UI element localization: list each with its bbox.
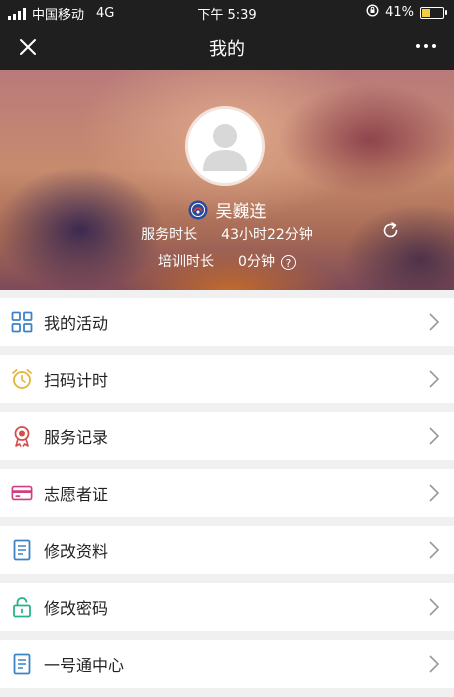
menu-item-one-pass-center[interactable]: 一号通中心 xyxy=(0,640,454,688)
user-name: 吴巍连 xyxy=(215,202,267,222)
avatar[interactable] xyxy=(185,106,265,186)
orientation-lock-icon xyxy=(366,4,379,21)
chevron-right-icon xyxy=(429,655,440,673)
more-options-button[interactable] xyxy=(412,36,440,56)
menu-item-label: 扫码计时 xyxy=(44,371,109,390)
service-duration-label: 服务时长 xyxy=(141,227,198,243)
chevron-right-icon xyxy=(429,370,440,388)
grid-icon xyxy=(11,311,33,333)
volunteer-badge-icon xyxy=(188,200,207,219)
status-bar: 中国移动 4G 下午 5:39 41% xyxy=(0,0,454,24)
menu-item-label: 志愿者证 xyxy=(44,485,109,504)
help-icon[interactable]: ? xyxy=(280,254,296,270)
menu-item-label: 修改资料 xyxy=(44,542,109,561)
menu-item-volunteer-card[interactable]: 志愿者证 xyxy=(0,469,454,517)
chevron-right-icon xyxy=(429,598,440,616)
menu-item-label: 服务记录 xyxy=(44,428,109,447)
ribbon-badge-icon xyxy=(11,425,33,447)
page-title: 我的 xyxy=(209,39,245,60)
refresh-button[interactable] xyxy=(381,221,401,241)
alarm-clock-icon xyxy=(11,368,33,390)
profile-header: 吴巍连 服务时长 43小时22分钟 培训时长 0分钟? xyxy=(0,70,454,290)
default-user-icon xyxy=(203,124,247,171)
chevron-right-icon xyxy=(429,313,440,331)
menu-item-label: 一号通中心 xyxy=(44,656,125,675)
menu-item-edit-profile[interactable]: 修改资料 xyxy=(0,526,454,574)
service-duration-value: 43小时22分钟 xyxy=(221,227,313,243)
document-icon xyxy=(11,653,33,675)
document-icon xyxy=(11,539,33,561)
id-card-icon xyxy=(11,482,33,504)
chevron-right-icon xyxy=(429,541,440,559)
chevron-right-icon xyxy=(429,427,440,445)
refresh-icon xyxy=(383,222,398,238)
menu-item-my-activities[interactable]: 我的活动 xyxy=(0,298,454,346)
training-duration-value: 0分钟 xyxy=(238,254,275,270)
menu-item-scan-timer[interactable]: 扫码计时 xyxy=(0,355,454,403)
menu-list: 我的活动 扫码计时 服务记录 志愿者证 修改资料 修改密码 一号通中心 xyxy=(0,298,454,697)
battery-icon xyxy=(420,6,447,19)
menu-item-label: 修改密码 xyxy=(44,599,109,618)
battery-percent: 41% xyxy=(385,5,414,20)
menu-item-label: 我的活动 xyxy=(44,314,109,333)
menu-item-change-password[interactable]: 修改密码 xyxy=(0,583,454,631)
chevron-right-icon xyxy=(429,484,440,502)
more-dots-icon xyxy=(416,44,420,48)
nav-bar: 我的 xyxy=(0,24,454,70)
lock-icon xyxy=(11,596,33,618)
training-duration-label: 培训时长 xyxy=(158,254,215,270)
menu-item-service-records[interactable]: 服务记录 xyxy=(0,412,454,460)
